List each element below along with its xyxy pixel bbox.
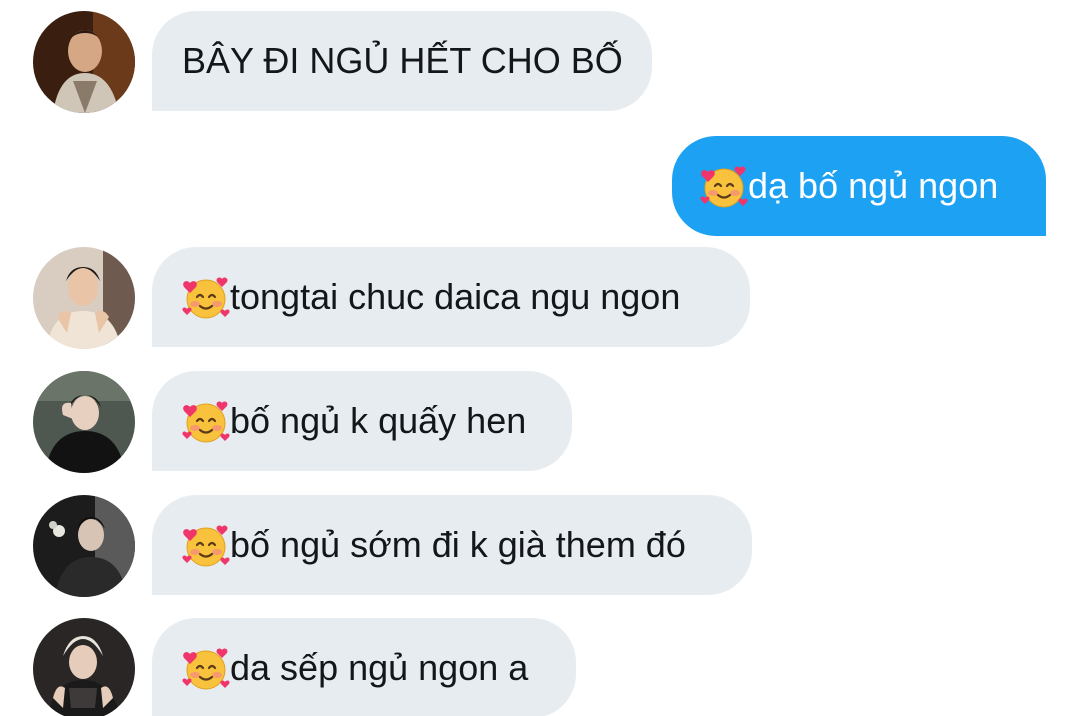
message-text: bố ngủ k quấy hen [230,400,527,441]
chat-thread: BÂY ĐI NGỦ HẾT CHO BỐ dạ bố ngủ ngon ton… [0,0,1080,716]
message-bubble-outgoing[interactable]: dạ bố ngủ ngon [672,136,1046,236]
avatar[interactable] [33,618,135,716]
smiling-face-with-hearts-icon [182,644,230,692]
avatar[interactable] [33,371,135,473]
message-text: dạ bố ngủ ngon [748,165,999,206]
message-text: bố ngủ sớm đi k già them đó [230,524,686,565]
message-bubble[interactable]: tongtai chuc daica ngu ngon [152,247,750,347]
smiling-face-with-hearts-icon [700,162,748,210]
message-bubble[interactable]: da sếp ngủ ngon a [152,618,576,716]
smiling-face-with-hearts-icon [182,397,230,445]
avatar[interactable] [33,11,135,113]
message-bubble[interactable]: BÂY ĐI NGỦ HẾT CHO BỐ [152,11,652,111]
message-bubble[interactable]: bố ngủ sớm đi k già them đó [152,495,752,595]
message-bubble[interactable]: bố ngủ k quấy hen [152,371,572,471]
smiling-face-with-hearts-icon [182,521,230,569]
smiling-face-with-hearts-icon [182,273,230,321]
message-text: da sếp ngủ ngon a [230,647,529,688]
message-text: BÂY ĐI NGỦ HẾT CHO BỐ [182,40,623,81]
avatar[interactable] [33,495,135,597]
avatar[interactable] [33,247,135,349]
message-text: tongtai chuc daica ngu ngon [230,276,681,317]
